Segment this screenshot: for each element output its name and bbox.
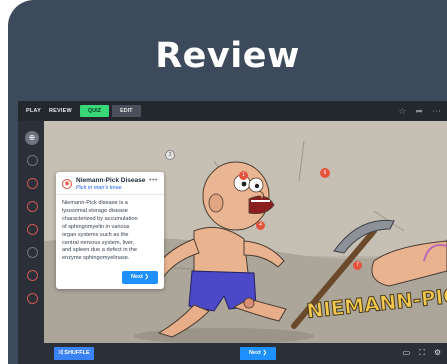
hotspot-popup: ◉ Niemann-Pick Disease Pick in man's kne… <box>56 172 164 289</box>
view-controls: ▭ ⛶ ⚙ <box>403 346 441 360</box>
popup-title: Niemann-Pick Disease <box>76 177 146 184</box>
toolbar-icons: ☆ ➦ ⋯ <box>398 105 441 117</box>
hotspot-marker[interactable]: 1 <box>239 171 248 180</box>
shuffle-button[interactable]: ⤮ SHUFFLE <box>54 347 94 360</box>
popup-marker-icon: ◉ <box>62 179 72 189</box>
sidebar-item[interactable] <box>27 178 38 189</box>
sidebar-item[interactable] <box>27 224 38 235</box>
more-icon[interactable]: ⋯ <box>432 105 441 117</box>
bottom-bar: ⤮ SHUFFLE Next ❯ ▭ ⛶ ⚙ <box>18 343 447 364</box>
hotspot-sidebar: ⊕ <box>18 121 44 343</box>
next-button[interactable]: Next ❯ <box>240 347 276 360</box>
sidebar-item[interactable] <box>27 270 38 281</box>
hotspot-marker[interactable]: 7 <box>353 261 362 270</box>
review-card: Review PLAY REVIEW QUIZ EDIT ☆ ➦ ⋯ ⊕ NIE… <box>8 0 447 364</box>
fullscreen-icon[interactable]: ⛶ <box>419 346 425 360</box>
share-icon[interactable]: ➦ <box>415 105 423 117</box>
sidebar-item[interactable] <box>27 155 38 166</box>
play-tab[interactable]: PLAY <box>26 108 41 114</box>
hotspot-marker[interactable]: 6 <box>320 168 330 178</box>
top-toolbar: PLAY REVIEW QUIZ EDIT ☆ ➦ ⋯ <box>18 101 447 121</box>
quiz-button[interactable]: QUIZ <box>79 105 110 117</box>
sidebar-item[interactable] <box>27 201 38 212</box>
sidebar-item[interactable] <box>27 247 38 258</box>
star-icon[interactable]: ☆ <box>398 105 406 117</box>
hotspot-marker[interactable]: 4 <box>256 221 265 230</box>
popup-subtitle: Pick in man's knee <box>76 185 122 191</box>
hotspot-marker[interactable]: 3 <box>165 150 175 160</box>
sidebar-toggle-icon[interactable]: ⊕ <box>25 131 39 145</box>
sidebar-item[interactable] <box>27 293 38 304</box>
settings-icon[interactable]: ⚙ <box>434 346 441 360</box>
popup-next-button[interactable]: Next ❯ <box>122 271 158 284</box>
review-tab[interactable]: REVIEW <box>49 108 72 114</box>
more-options-icon[interactable]: ••• <box>149 177 158 184</box>
popup-divider <box>56 194 164 195</box>
page-title: Review <box>155 36 300 76</box>
popup-body: Niemann-Pick disease is a lysosomal stor… <box>62 200 138 262</box>
edit-button[interactable]: EDIT <box>112 105 141 117</box>
caption-icon[interactable]: ▭ <box>403 346 411 360</box>
